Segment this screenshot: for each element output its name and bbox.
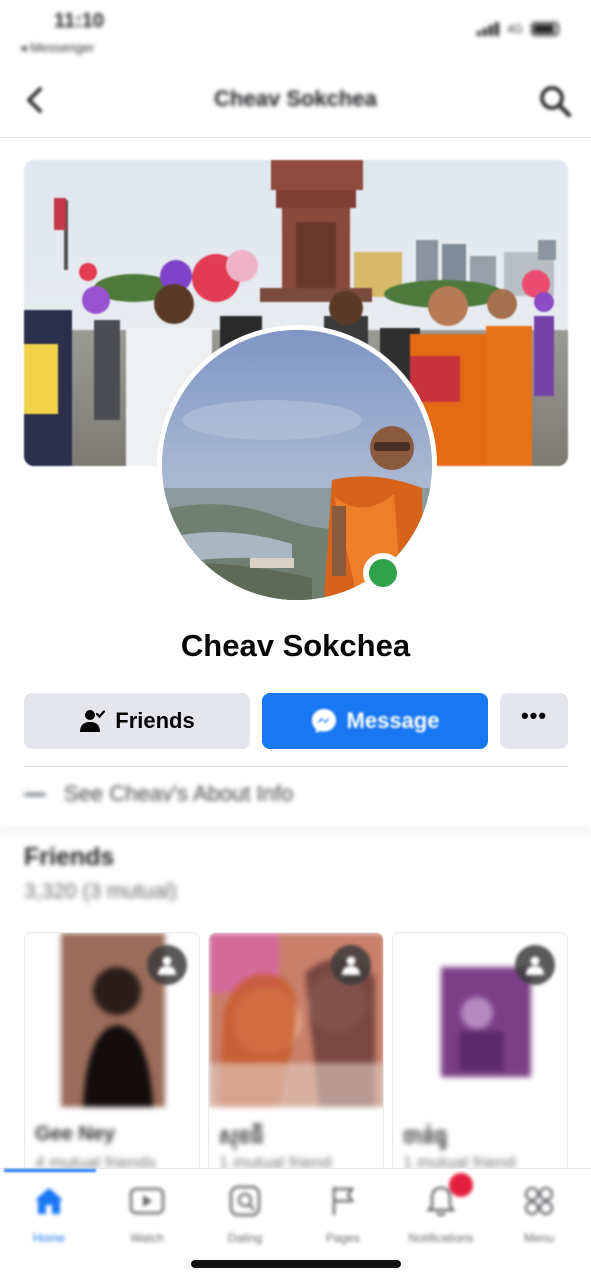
friend-badge-icon bbox=[147, 945, 187, 985]
home-indicator[interactable] bbox=[191, 1260, 401, 1268]
tab-menu[interactable]: Menu bbox=[490, 1183, 588, 1257]
friend-name: ចាន់ធូ bbox=[403, 1126, 448, 1148]
watch-icon bbox=[129, 1183, 165, 1219]
dating-icon bbox=[227, 1183, 263, 1219]
about-info-link[interactable]: See Cheav's About Info bbox=[24, 776, 293, 812]
messenger-icon bbox=[311, 709, 336, 733]
active-tab-indicator bbox=[4, 1169, 96, 1172]
tab-pages-label: Pages bbox=[325, 1231, 361, 1245]
flag-icon bbox=[325, 1183, 361, 1219]
header-title: Cheav Sokchea bbox=[214, 86, 377, 111]
menu-icon bbox=[521, 1183, 557, 1219]
more-dots-icon: ••• bbox=[520, 703, 548, 728]
friends-button-label: Friends bbox=[115, 708, 195, 733]
status-indicators: 4G bbox=[476, 22, 559, 36]
friend-name: សុខធី bbox=[219, 1126, 264, 1148]
back-to-messenger-link[interactable]: ◂ Messenger bbox=[20, 40, 94, 56]
friends-section-title: Friends bbox=[24, 843, 115, 871]
friends-count: 3,320 (3 mutual) bbox=[24, 880, 177, 903]
friend-card[interactable]: ចាន់ធូ 1 mutual friend bbox=[392, 932, 568, 1172]
tab-menu-label: Menu bbox=[523, 1231, 555, 1245]
more-horizontal-icon bbox=[24, 792, 46, 796]
friend-badge-icon bbox=[515, 945, 555, 985]
about-info-text: See Cheav's About Info bbox=[64, 781, 294, 806]
friend-card[interactable]: Gee Ney 4 mutual friends bbox=[24, 932, 200, 1172]
signal-icon bbox=[476, 22, 499, 36]
message-button[interactable]: Message bbox=[262, 693, 488, 749]
status-bar: 11:10 ◂ Messenger 4G bbox=[0, 0, 591, 66]
tab-watch-label: Watch bbox=[130, 1231, 164, 1245]
network-label: 4G bbox=[506, 22, 523, 36]
bell-icon bbox=[423, 1173, 473, 1219]
tab-watch[interactable]: Watch bbox=[98, 1183, 196, 1257]
online-status-indicator bbox=[363, 553, 403, 593]
search-button[interactable] bbox=[537, 83, 573, 119]
notification-badge bbox=[449, 1173, 473, 1197]
app-header: Cheav Sokchea bbox=[0, 66, 591, 138]
tab-notifications-label: Notifications bbox=[408, 1231, 474, 1245]
profile-name: Cheav Sokchea bbox=[180, 628, 411, 663]
friends-button[interactable]: Friends bbox=[24, 693, 250, 749]
tab-dating[interactable]: Dating bbox=[196, 1183, 294, 1257]
search-icon bbox=[540, 86, 572, 118]
tab-notifications[interactable]: Notifications bbox=[392, 1173, 490, 1257]
friend-badge-icon bbox=[331, 945, 371, 985]
friend-card[interactable]: សុខធី 1 mutual friend bbox=[208, 932, 384, 1172]
status-time: 11:10 bbox=[54, 10, 105, 32]
section-separator bbox=[0, 826, 591, 836]
friend-name: Gee Ney bbox=[35, 1123, 116, 1145]
battery-icon bbox=[531, 22, 559, 36]
person-check-icon bbox=[80, 710, 106, 732]
more-options-button[interactable]: ••• bbox=[500, 693, 568, 749]
tab-home-label: Home bbox=[32, 1231, 65, 1245]
home-icon bbox=[31, 1183, 67, 1219]
tab-dating-label: Dating bbox=[227, 1231, 263, 1245]
tab-pages[interactable]: Pages bbox=[294, 1183, 392, 1257]
message-button-label: Message bbox=[346, 708, 440, 733]
tab-home[interactable]: Home bbox=[0, 1183, 98, 1257]
divider bbox=[24, 766, 568, 767]
